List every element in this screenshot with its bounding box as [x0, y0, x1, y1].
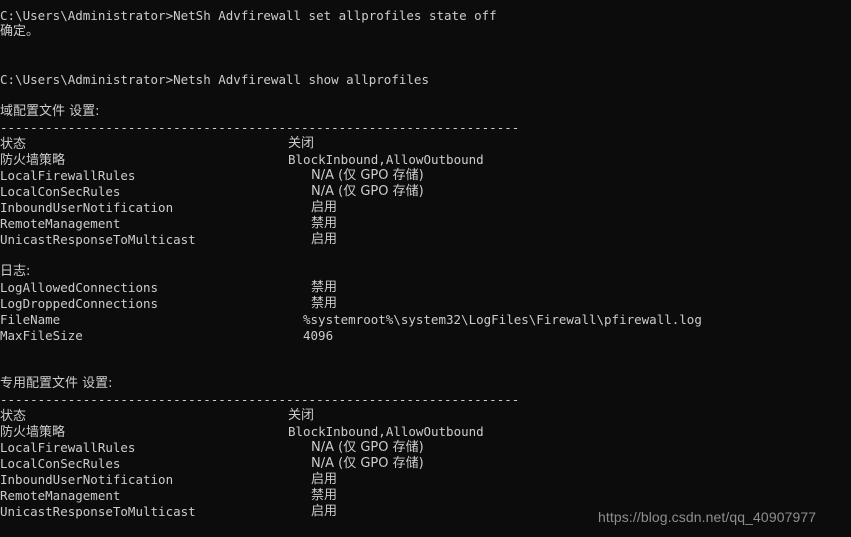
command-line-2: C:\Users\Administrator>Netsh Advfirewall…	[0, 72, 851, 88]
separator-private: ----------------------------------------…	[0, 392, 520, 407]
setting-row: UnicastResponseToMulticast 启用	[0, 232, 851, 248]
separator-domain: ----------------------------------------…	[0, 120, 520, 135]
setting-key: FileName	[0, 312, 61, 327]
setting-value: 启用	[311, 504, 338, 519]
setting-value: 禁用	[311, 296, 338, 311]
setting-value: 禁用	[311, 216, 338, 231]
setting-value: N/A (仅 GPO 存储)	[311, 456, 424, 471]
setting-key: LocalConSecRules	[0, 456, 121, 471]
setting-value: N/A (仅 GPO 存储)	[311, 184, 424, 199]
setting-row: LogDroppedConnections 禁用	[0, 296, 851, 312]
setting-key: 防火墙策略	[0, 425, 66, 440]
setting-key: UnicastResponseToMulticast	[0, 232, 196, 247]
setting-key: InboundUserNotification	[0, 200, 174, 215]
watermark: https://blog.csdn.net/qq_40907977	[598, 509, 817, 525]
setting-row: LocalFirewallRules N/A (仅 GPO 存储)	[0, 168, 851, 184]
setting-row: FileName %systemroot%\system32\LogFiles\F…	[0, 312, 851, 328]
profile-heading-private: 专用配置文件 设置:	[0, 376, 113, 391]
setting-row: LogAllowedConnections 禁用	[0, 280, 851, 296]
prompt-1: C:\Users\Administrator>	[0, 8, 174, 23]
setting-row: 防火墙策略 BlockInbound,AllowOutbound	[0, 152, 851, 168]
setting-value: N/A (仅 GPO 存储)	[311, 440, 424, 455]
setting-key: RemoteManagement	[0, 488, 121, 503]
setting-key: LogDroppedConnections	[0, 296, 159, 311]
console-output: C:\Users\Administrator>NetSh Advfirewall…	[0, 8, 851, 520]
setting-value: 关闭	[288, 136, 315, 151]
setting-row: InboundUserNotification 启用	[0, 472, 851, 488]
setting-row: LocalFirewallRules N/A (仅 GPO 存储)	[0, 440, 851, 456]
command-text-1: NetSh Advfirewall set allprofiles state …	[173, 8, 497, 23]
setting-row: 防火墙策略 BlockInbound,AllowOutbound	[0, 424, 851, 440]
setting-row: RemoteManagement 禁用	[0, 488, 851, 504]
setting-value: 启用	[311, 200, 338, 215]
setting-key: 状态	[0, 137, 27, 152]
setting-row: MaxFileSize 4096	[0, 328, 851, 344]
setting-key: MaxFileSize	[0, 328, 83, 343]
setting-value: BlockInbound,AllowOutbound	[288, 152, 484, 167]
setting-key: RemoteManagement	[0, 216, 121, 231]
setting-key: 防火墙策略	[0, 153, 66, 168]
setting-row: InboundUserNotification 启用	[0, 200, 851, 216]
setting-value: 禁用	[311, 488, 338, 503]
setting-row: RemoteManagement 禁用	[0, 216, 851, 232]
logging-heading: 日志:	[0, 264, 31, 279]
setting-value: BlockInbound,AllowOutbound	[288, 424, 484, 439]
setting-key: LocalConSecRules	[0, 184, 121, 199]
prompt-2: C:\Users\Administrator>	[0, 72, 174, 87]
command-prompt-console[interactable]: C:\Users\Administrator>NetSh Advfirewall…	[0, 0, 851, 537]
setting-value: 启用	[311, 472, 338, 487]
setting-value: 4096	[303, 328, 334, 343]
command-result-1: 确定。	[0, 24, 40, 39]
setting-value: 启用	[311, 232, 338, 247]
profile-heading-domain: 域配置文件 设置:	[0, 104, 100, 119]
setting-key: LogAllowedConnections	[0, 280, 159, 295]
command-line-1: C:\Users\Administrator>NetSh Advfirewall…	[0, 8, 851, 24]
setting-key: LocalFirewallRules	[0, 440, 136, 455]
setting-row: 状态 关闭	[0, 408, 851, 424]
setting-row: LocalConSecRules N/A (仅 GPO 存储)	[0, 184, 851, 200]
setting-key: LocalFirewallRules	[0, 168, 136, 183]
setting-key: InboundUserNotification	[0, 472, 174, 487]
setting-key: 状态	[0, 409, 27, 424]
setting-value: N/A (仅 GPO 存储)	[311, 168, 424, 183]
setting-key: UnicastResponseToMulticast	[0, 504, 196, 519]
setting-value: 禁用	[311, 280, 338, 295]
command-text-2: Netsh Advfirewall show allprofiles	[173, 72, 429, 87]
setting-value: 关闭	[288, 408, 315, 423]
setting-row: 状态 关闭	[0, 136, 851, 152]
setting-value: %systemroot%\system32\LogFiles\Firewall\…	[303, 312, 702, 327]
setting-row: LocalConSecRules N/A (仅 GPO 存储)	[0, 456, 851, 472]
